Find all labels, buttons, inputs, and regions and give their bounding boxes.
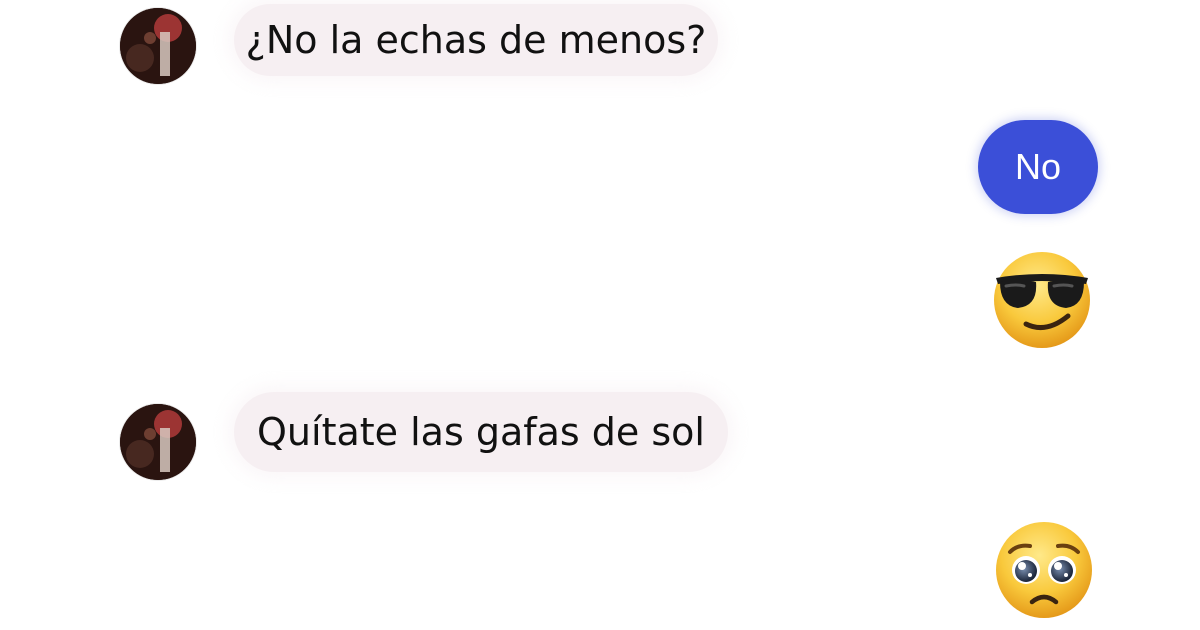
incoming-message-bubble[interactable]: Quítate las gafas de sol bbox=[234, 392, 728, 472]
message-text: No bbox=[1014, 146, 1062, 187]
avatar-photo-icon bbox=[120, 8, 196, 84]
chat-thread: ¿No la echas de menos? No Quítate las ga… bbox=[0, 0, 1200, 630]
message-text: Quítate las gafas de sol bbox=[257, 410, 705, 454]
incoming-message-bubble[interactable]: ¿No la echas de menos? bbox=[234, 4, 718, 76]
smiling-face-with-sunglasses-icon[interactable] bbox=[990, 248, 1094, 352]
outgoing-message-bubble[interactable]: No bbox=[978, 120, 1098, 214]
contact-avatar[interactable] bbox=[120, 404, 196, 480]
pleading-face-icon[interactable] bbox=[992, 518, 1096, 622]
avatar-photo-icon bbox=[120, 404, 196, 480]
contact-avatar[interactable] bbox=[120, 8, 196, 84]
message-text: ¿No la echas de menos? bbox=[245, 18, 707, 62]
